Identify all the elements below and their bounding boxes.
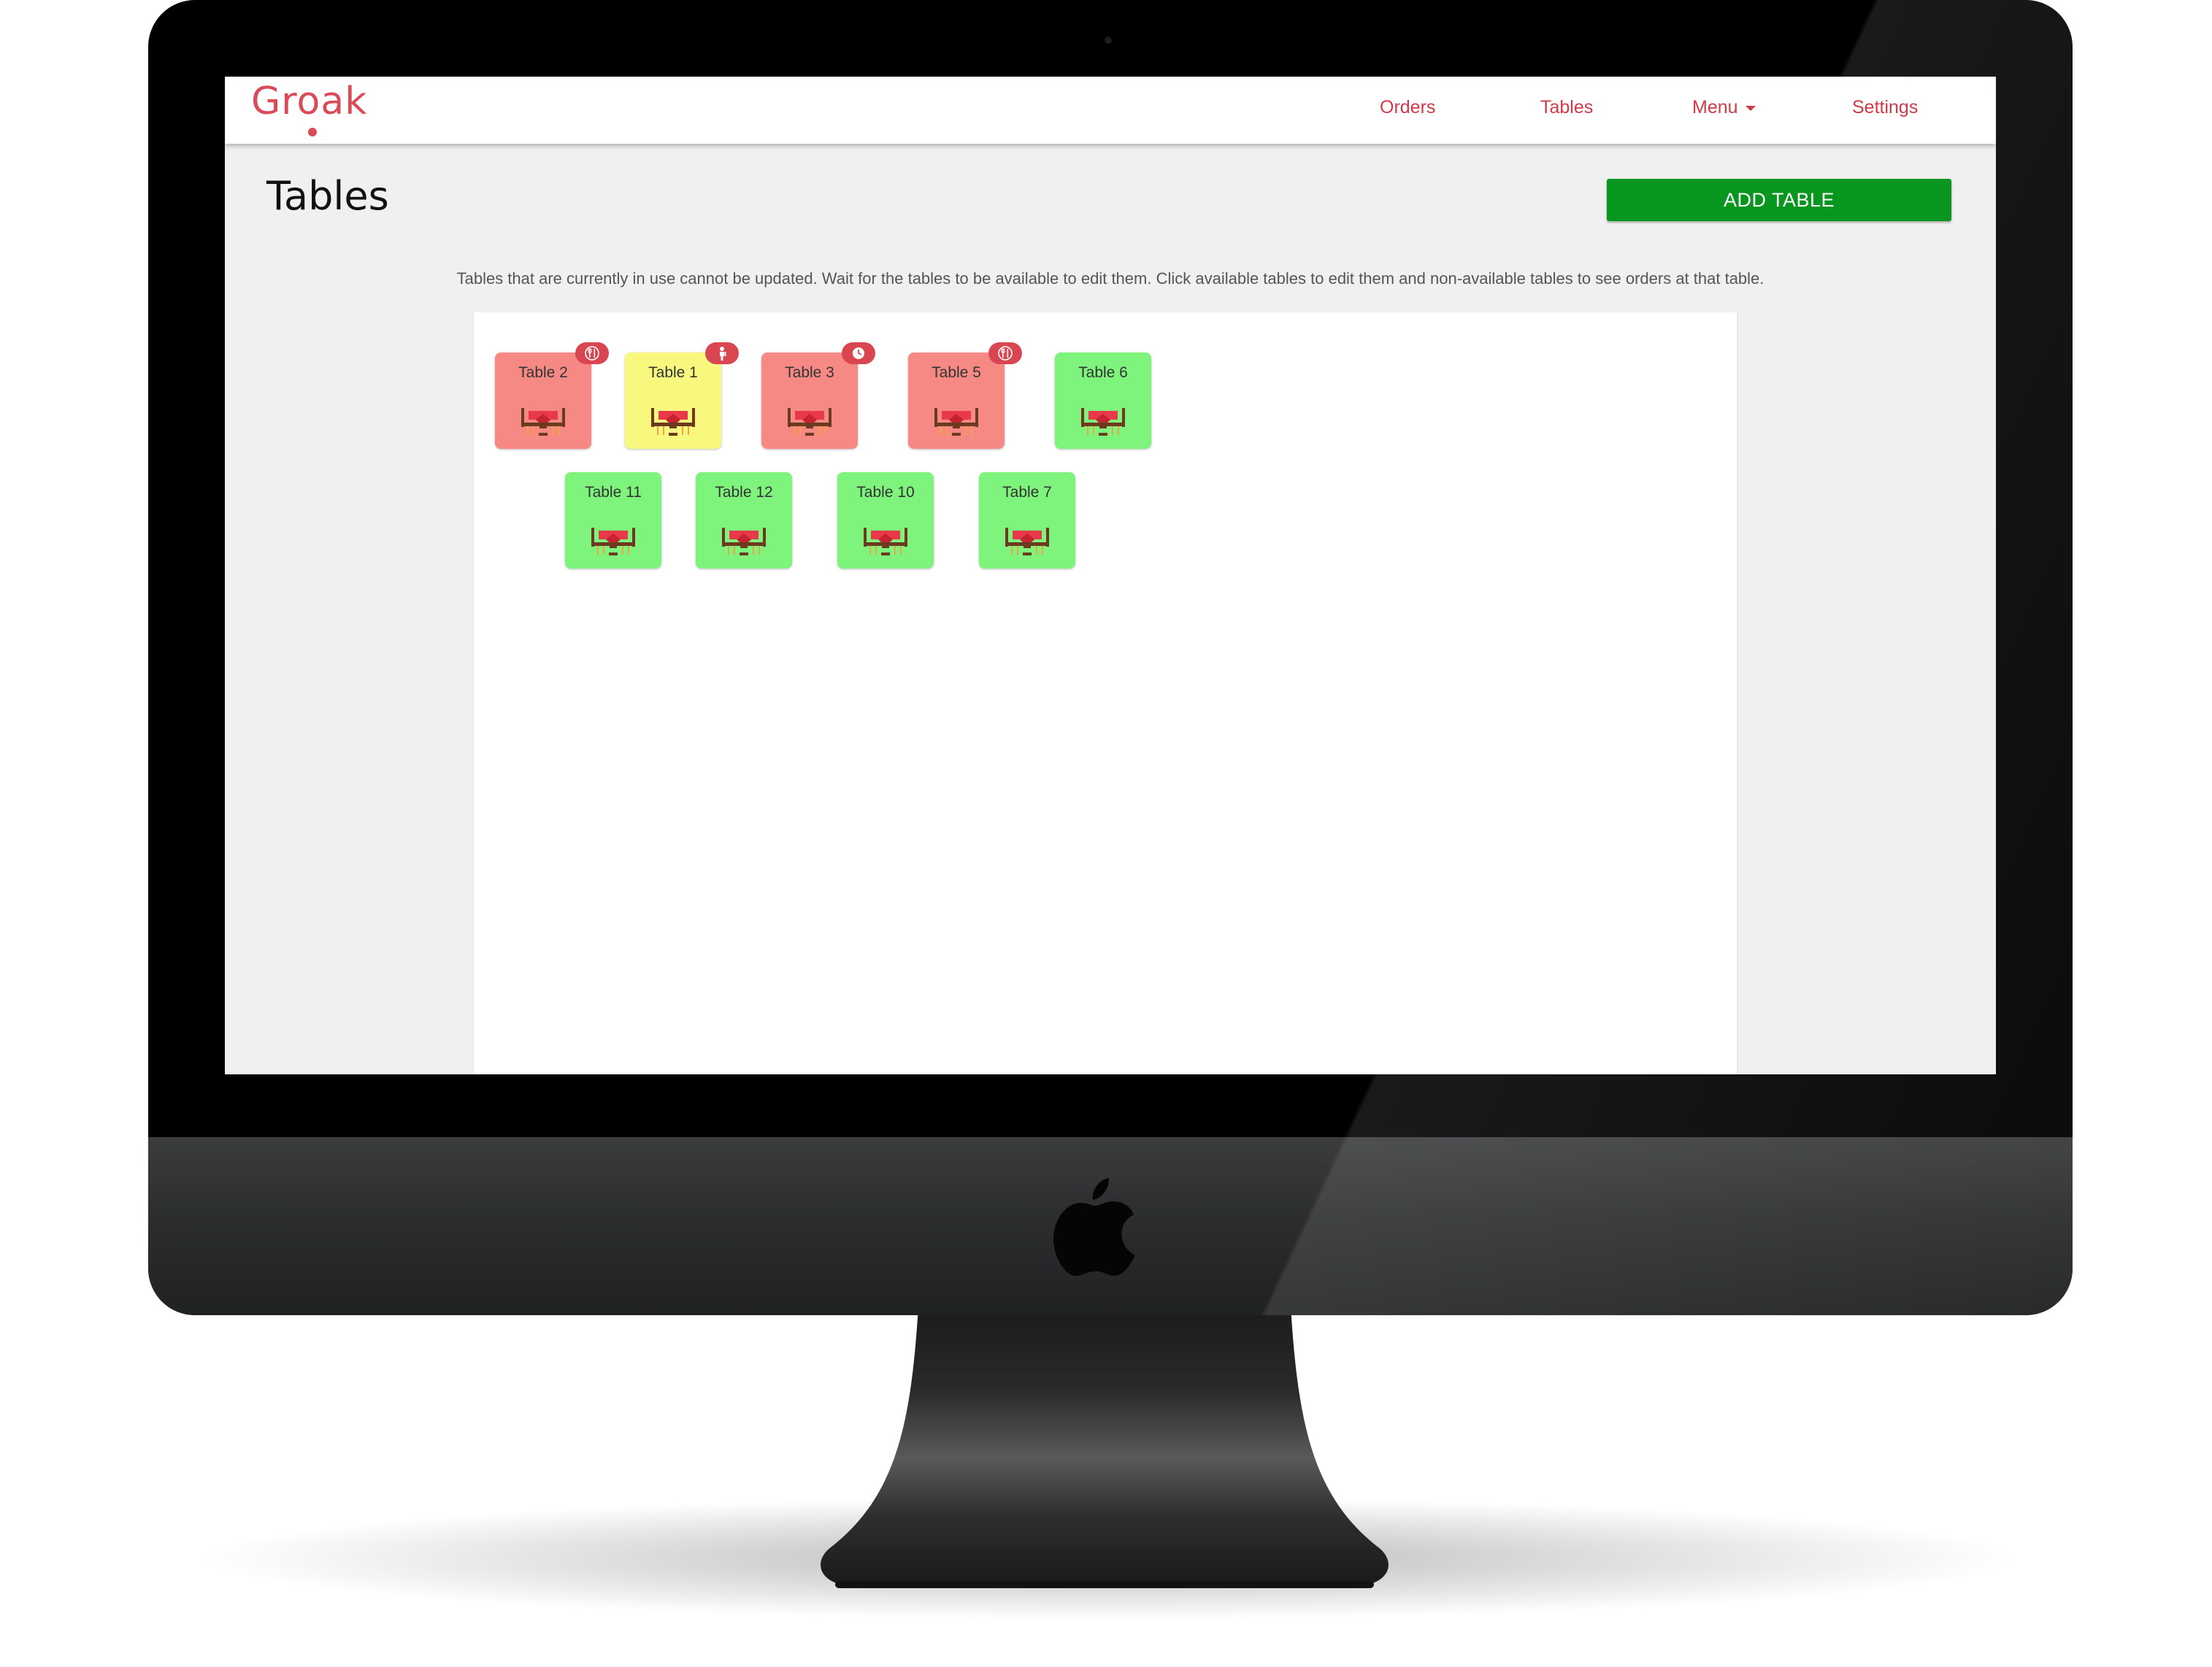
table-card[interactable]: Table 2 (495, 342, 609, 449)
dining-table-icon (862, 523, 909, 558)
utensils-icon (575, 342, 609, 364)
nav-menu-dropdown[interactable]: Menu (1692, 97, 1756, 118)
table-card[interactable]: Table 7 (979, 472, 1075, 569)
table-card[interactable]: Table 1 (625, 342, 739, 449)
table-name: Table 5 (932, 364, 981, 381)
table-card[interactable]: Table 11 (565, 472, 661, 569)
table-name: Table 11 (585, 484, 642, 501)
dining-table-icon (590, 523, 637, 558)
dining-table-icon (933, 404, 980, 439)
dining-table-icon (786, 404, 833, 439)
waiter-icon (705, 342, 739, 364)
table-card[interactable]: Table 5 (908, 342, 1022, 449)
dining-table-icon (650, 404, 696, 439)
table-card[interactable]: Table 3 (761, 342, 875, 449)
nav-tables[interactable]: Tables (1540, 97, 1593, 118)
nav-settings[interactable]: Settings (1852, 97, 1918, 118)
dining-table-icon (520, 404, 567, 439)
dining-table-icon (1004, 523, 1051, 558)
brand-logo[interactable]: Groak (251, 80, 367, 123)
page-title: Tables (266, 173, 389, 219)
table-name: Table 12 (715, 484, 773, 501)
nav-orders[interactable]: Orders (1380, 97, 1435, 118)
apple-logo-icon (1053, 1178, 1135, 1276)
app-screen: Groak Orders Tables Menu Settings Tables… (225, 77, 1996, 1074)
table-card[interactable]: Table 10 (837, 472, 934, 569)
top-navbar: Groak Orders Tables Menu Settings (225, 77, 1996, 144)
table-card[interactable]: Table 6 (1055, 353, 1151, 449)
brand-logo-dot (308, 128, 317, 136)
camera-dot (1105, 36, 1112, 44)
table-name: Table 7 (1002, 484, 1052, 501)
table-card[interactable]: Table 12 (696, 472, 792, 569)
nav-menu-label: Menu (1692, 97, 1738, 118)
table-name: Table 2 (518, 364, 568, 381)
table-name: Table 3 (785, 364, 834, 381)
imac-stand (821, 1306, 1389, 1588)
table-name: Table 1 (648, 364, 698, 381)
dining-table-icon (1080, 404, 1126, 439)
table-name: Table 10 (856, 484, 915, 501)
add-table-button[interactable]: ADD TABLE (1607, 179, 1951, 221)
utensils-icon (988, 342, 1022, 364)
info-text: Tables that are currently in use cannot … (456, 269, 1764, 288)
dining-table-icon (721, 523, 767, 558)
caret-down-icon (1745, 105, 1756, 111)
table-name: Table 6 (1078, 364, 1128, 381)
clock-icon (842, 342, 875, 364)
